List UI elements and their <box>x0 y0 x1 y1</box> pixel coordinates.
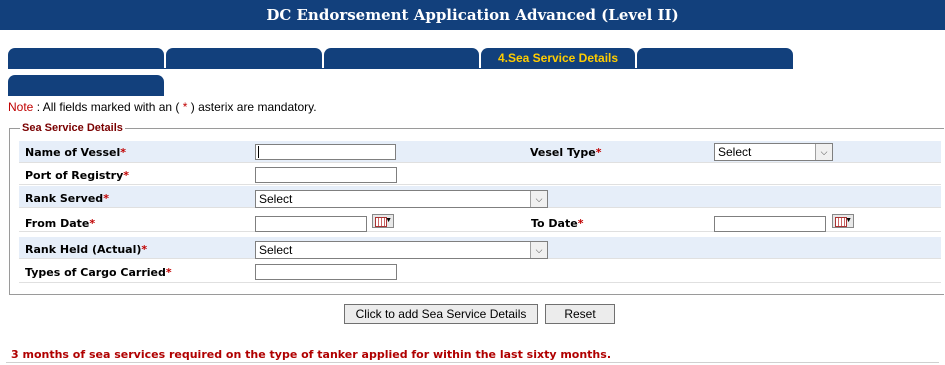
add-sea-service-button[interactable]: Click to add Sea Service Details <box>344 304 538 324</box>
tab-sea-service-details[interactable]: 4.Sea Service Details <box>481 48 635 69</box>
sea-service-requirement-message: 3 months of sea services required on the… <box>11 348 611 361</box>
to-date-input[interactable] <box>714 216 826 232</box>
from-date-input[interactable] <box>255 216 367 232</box>
footer-divider <box>6 362 939 363</box>
types-of-cargo-input[interactable] <box>255 264 397 280</box>
calendar-icon[interactable]: ▼ <box>832 214 854 228</box>
note-label: Note <box>8 100 34 114</box>
tab-row-divider <box>8 68 793 69</box>
tab-6[interactable] <box>8 75 164 96</box>
tab-5[interactable] <box>637 48 793 69</box>
rank-served-label: Rank Served* <box>25 192 109 205</box>
chevron-down-icon[interactable]: ⌵ <box>815 144 832 160</box>
tab-2[interactable] <box>166 48 322 69</box>
rank-served-select[interactable]: Select ⌵ <box>255 190 548 208</box>
note-text-after: ) asterix are mandatory. <box>187 100 317 114</box>
page-title: DC Endorsement Application Advanced (Lev… <box>0 0 945 30</box>
chevron-down-icon[interactable]: ⌵ <box>530 242 547 258</box>
from-date-label: From Date* <box>25 217 96 230</box>
calendar-icon[interactable]: ▼ <box>372 214 394 228</box>
types-of-cargo-label: Types of Cargo Carried* <box>25 266 172 279</box>
mandatory-note: Note : All fields marked with an ( * ) a… <box>8 100 317 114</box>
port-of-registry-label: Port of Registry* <box>25 169 130 182</box>
form-row-port <box>19 163 941 185</box>
vessel-type-select[interactable]: Select ⌵ <box>714 143 833 161</box>
rank-held-label: Rank Held (Actual)* <box>25 243 148 256</box>
text-cursor <box>258 146 259 158</box>
name-of-vessel-input[interactable] <box>255 144 396 160</box>
section-title: Sea Service Details <box>22 122 123 134</box>
rank-held-select[interactable]: Select ⌵ <box>255 241 548 259</box>
chevron-down-icon[interactable]: ⌵ <box>530 191 547 207</box>
to-date-label: To Date* <box>531 217 584 230</box>
vessel-type-label: Vesel Type* <box>530 146 602 159</box>
note-text-before: : All fields marked with an ( <box>33 100 183 114</box>
tab-3[interactable] <box>324 48 479 69</box>
tab-1[interactable] <box>8 48 164 69</box>
name-of-vessel-label: Name of Vessel* <box>25 146 127 159</box>
reset-button[interactable]: Reset <box>545 304 615 324</box>
port-of-registry-input[interactable] <box>255 167 397 183</box>
